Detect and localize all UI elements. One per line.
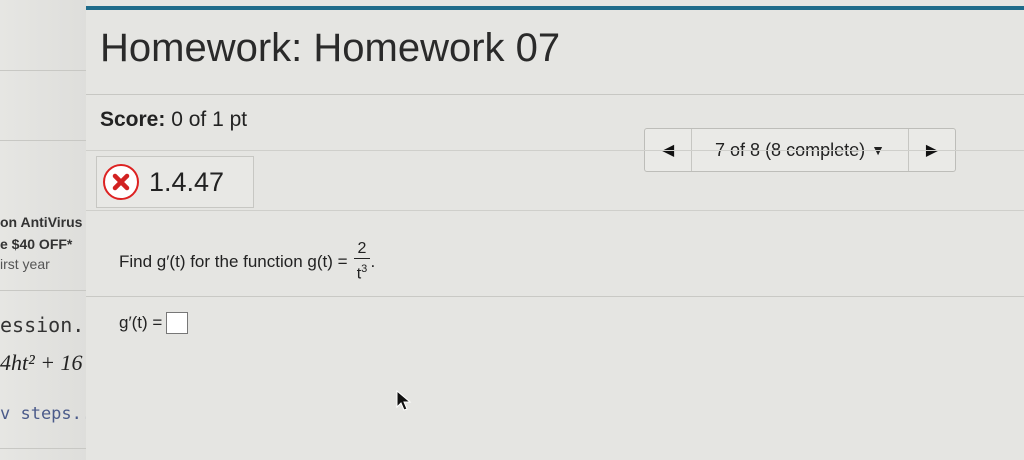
accent-rule	[86, 6, 1024, 10]
incorrect-x-icon	[103, 164, 139, 200]
mouse-cursor-icon	[396, 389, 412, 417]
prompt-end: .	[370, 252, 376, 272]
fraction-denominator: t3	[356, 263, 368, 283]
answer-input[interactable]	[166, 312, 189, 334]
score-label: Score:	[100, 108, 166, 131]
divider	[86, 210, 1024, 211]
fraction-numerator: 2	[353, 240, 371, 259]
divider	[86, 94, 1024, 95]
score-value: 0 of 1 pt	[171, 108, 248, 131]
prompt-text: Find g′(t) for the function g(t) =	[119, 252, 348, 272]
page-title: Homework: Homework 07	[100, 26, 561, 70]
fraction: 2 t3	[353, 240, 371, 284]
score: Score: 0 of 1 pt	[100, 108, 247, 132]
homework-window: Homework: Homework 07 Score: 0 of 1 pt ◀…	[86, 0, 1024, 460]
question-number-box: 1.4.47	[96, 156, 254, 208]
divider	[86, 296, 1024, 297]
question-number: 1.4.47	[149, 166, 225, 197]
answer-row: g′(t) =	[119, 312, 189, 334]
question-prompt: Find g′(t) for the function g(t) = 2 t3 …	[119, 240, 375, 284]
answer-label: g′(t) =	[119, 313, 163, 332]
divider	[86, 150, 1024, 151]
